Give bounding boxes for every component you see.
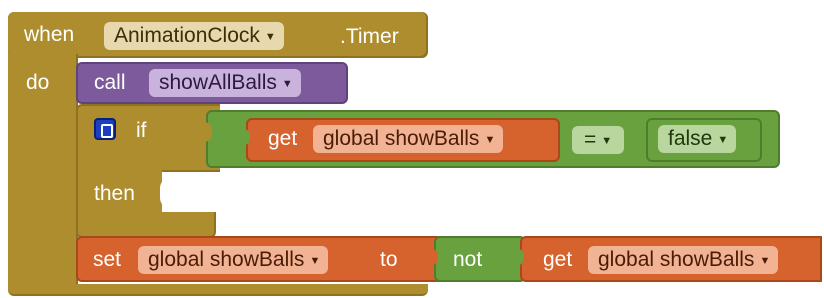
false-dropdown[interactable]: false ▼ — [658, 125, 737, 153]
dropdown-arrow-icon: ▼ — [717, 134, 729, 146]
do-label: do — [26, 71, 50, 94]
false-value: false — [668, 127, 713, 150]
not-label: not — [453, 248, 483, 271]
dropdown-arrow-icon: ▼ — [309, 255, 321, 267]
operator-value: = — [584, 128, 597, 151]
dropdown-arrow-icon: ▼ — [601, 135, 613, 147]
dropdown-arrow-icon: ▼ — [264, 31, 276, 43]
set-variable-dropdown[interactable]: global showBalls ▼ — [138, 246, 329, 274]
then-socket-notch — [160, 178, 178, 208]
call-label: call — [94, 71, 126, 94]
event-name: .Timer — [340, 25, 399, 48]
then-label: then — [94, 182, 135, 205]
compare-plug-notch — [200, 122, 212, 142]
get-condition-variable: global showBalls — [323, 127, 480, 150]
get-value-variable: global showBalls — [598, 248, 755, 271]
component-name: AnimationClock — [114, 24, 260, 47]
procedure-name: showAllBalls — [159, 71, 277, 94]
if-label: if — [136, 119, 147, 142]
dropdown-arrow-icon: ▼ — [759, 255, 771, 267]
dropdown-arrow-icon: ▼ — [281, 78, 293, 90]
set-label: set — [93, 248, 122, 271]
get-condition-label: get — [268, 127, 298, 150]
get-condition-variable-dropdown[interactable]: global showBalls ▼ — [313, 125, 504, 153]
set-variable: global showBalls — [148, 248, 305, 271]
event-block-footer — [8, 284, 428, 296]
get-value-label: get — [543, 248, 573, 271]
operator-dropdown[interactable]: = ▼ — [572, 126, 624, 154]
if-block-bottom — [76, 212, 216, 238]
dropdown-arrow-icon: ▼ — [484, 134, 496, 146]
to-label: to — [380, 248, 398, 271]
gear-mutator-icon[interactable] — [94, 118, 116, 140]
get-value-variable-dropdown[interactable]: global showBalls ▼ — [588, 246, 779, 274]
when-label: when — [24, 23, 75, 46]
component-dropdown[interactable]: AnimationClock ▼ — [104, 22, 284, 50]
procedure-dropdown[interactable]: showAllBalls ▼ — [149, 69, 301, 97]
